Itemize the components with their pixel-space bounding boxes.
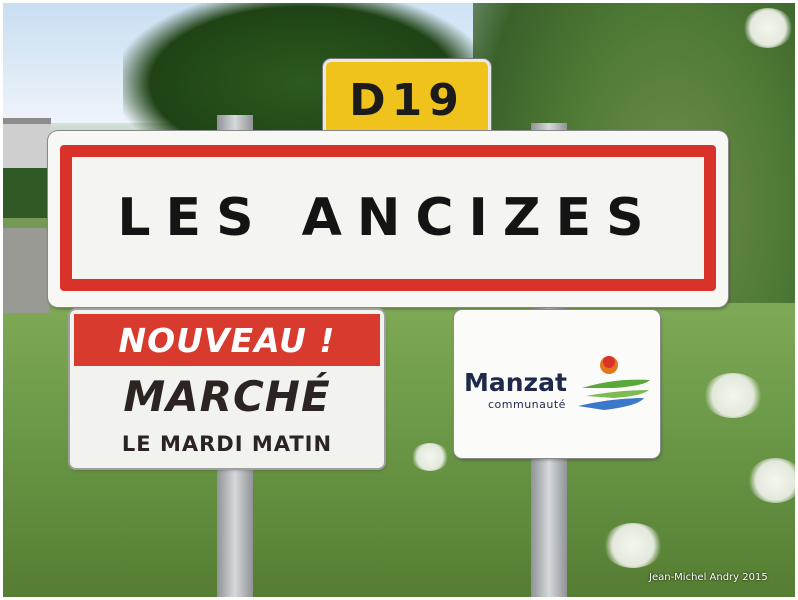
town-name: LES ANCIZES	[117, 188, 659, 248]
community-name: Manzat	[464, 368, 567, 397]
market-sign-banner: NOUVEAU !	[74, 314, 380, 366]
elderflower-cluster	[411, 443, 449, 471]
market-subtitle: LE MARDI MATIN	[121, 432, 333, 456]
market-sign: NOUVEAU ! MARCHÉ LE MARDI MATIN	[70, 310, 384, 468]
photo: D19 LES ANCIZES NOUVEAU ! MARCHÉ LE MARD…	[3, 3, 795, 597]
hedge	[3, 168, 49, 218]
community-tagline: communauté	[488, 398, 566, 411]
road	[3, 228, 49, 313]
market-headline: NOUVEAU !	[118, 320, 336, 360]
elderflower-cluster	[603, 523, 663, 568]
town-sign-panel: LES ANCIZES	[72, 157, 704, 279]
community-sign: Manzat communauté	[454, 310, 660, 458]
elderflower-cluster	[743, 8, 793, 48]
elderflower-cluster	[703, 373, 763, 418]
road-number-sign: D19	[323, 59, 491, 141]
road-number-text: D19	[349, 74, 465, 126]
town-entry-sign: LES ANCIZES	[48, 131, 728, 307]
elderflower-cluster	[748, 458, 795, 503]
market-title: MARCHÉ	[123, 372, 331, 421]
photo-credit: Jean-Michel Andry 2015	[649, 572, 768, 583]
